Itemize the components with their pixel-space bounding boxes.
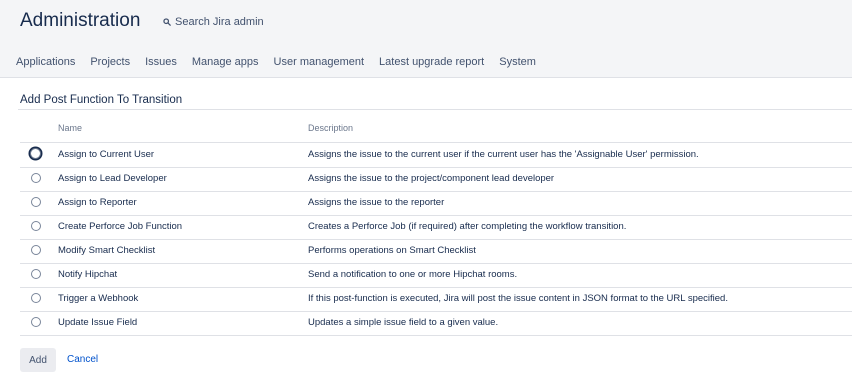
- table-row[interactable]: Assign to Current User Assigns the issue…: [20, 143, 852, 168]
- table-row[interactable]: Modify Smart Checklist Performs operatio…: [20, 239, 852, 264]
- table-row[interactable]: Trigger a Webhook If this post-function …: [20, 287, 852, 312]
- function-name: Modify Smart Checklist: [58, 245, 156, 256]
- function-name: Notify Hipchat: [58, 269, 118, 280]
- function-description: Assigns the issue to the reporter: [308, 197, 445, 208]
- function-name: Assign to Reporter: [58, 197, 137, 208]
- cancel-link[interactable]: Cancel: [67, 354, 98, 365]
- radio-button[interactable]: [31, 197, 41, 207]
- table-row[interactable]: Notify Hipchat Send a notification to on…: [20, 263, 852, 288]
- table-row[interactable]: Assign to Lead Developer Assigns the iss…: [20, 167, 852, 192]
- add-button[interactable]: Add: [20, 348, 56, 372]
- nav-applications[interactable]: Applications: [16, 56, 75, 68]
- divider: [18, 109, 852, 110]
- table-header: Name Description: [20, 118, 852, 143]
- function-name: Update Issue Field: [58, 317, 138, 328]
- function-name: Create Perforce Job Function: [58, 221, 183, 232]
- radio-button[interactable]: [31, 221, 41, 231]
- radio-button[interactable]: [31, 293, 41, 303]
- table-row[interactable]: Assign to Reporter Assigns the issue to …: [20, 191, 852, 216]
- function-description: Creates a Perforce Job (if required) aft…: [308, 221, 627, 232]
- function-description: Assigns the issue to the current user if…: [308, 149, 699, 160]
- nav-projects[interactable]: Projects: [90, 56, 130, 68]
- column-header-name: Name: [58, 123, 83, 133]
- search-label: Search Jira admin: [175, 16, 264, 28]
- function-description: Performs operations on Smart Checklist: [308, 245, 476, 256]
- nav-user-management[interactable]: User management: [274, 56, 365, 68]
- nav-manage-apps[interactable]: Manage apps: [192, 56, 259, 68]
- table-row[interactable]: Create Perforce Job Function Creates a P…: [20, 215, 852, 240]
- function-description: Updates a simple issue field to a given …: [308, 317, 499, 328]
- search-jira-admin[interactable]: Search Jira admin: [163, 16, 264, 28]
- radio-button[interactable]: [31, 245, 41, 255]
- function-description: If this post-function is executed, Jira …: [308, 293, 728, 304]
- radio-button[interactable]: [31, 173, 41, 183]
- function-description: Assigns the issue to the project/compone…: [308, 173, 555, 184]
- function-name: Assign to Current User: [58, 149, 155, 160]
- nav-issues[interactable]: Issues: [145, 56, 177, 68]
- column-header-description: Description: [308, 123, 354, 133]
- page-heading: Administration: [20, 10, 141, 31]
- function-name: Trigger a Webhook: [58, 293, 139, 304]
- function-description: Send a notification to one or more Hipch…: [308, 269, 518, 280]
- nav-system[interactable]: System: [499, 56, 536, 68]
- function-name: Assign to Lead Developer: [58, 173, 167, 184]
- search-icon: [163, 18, 171, 26]
- radio-button[interactable]: [30, 148, 41, 159]
- admin-nav: Applications Projects Issues Manage apps…: [16, 56, 551, 68]
- table-row[interactable]: Update Issue Field Updates a simple issu…: [20, 311, 852, 336]
- radio-button[interactable]: [31, 317, 41, 327]
- radio-button[interactable]: [31, 269, 41, 279]
- nav-latest-upgrade-report[interactable]: Latest upgrade report: [379, 56, 484, 68]
- section-title: Add Post Function To Transition: [20, 94, 183, 106]
- admin-header: Administration Search Jira admin Applica…: [0, 0, 852, 78]
